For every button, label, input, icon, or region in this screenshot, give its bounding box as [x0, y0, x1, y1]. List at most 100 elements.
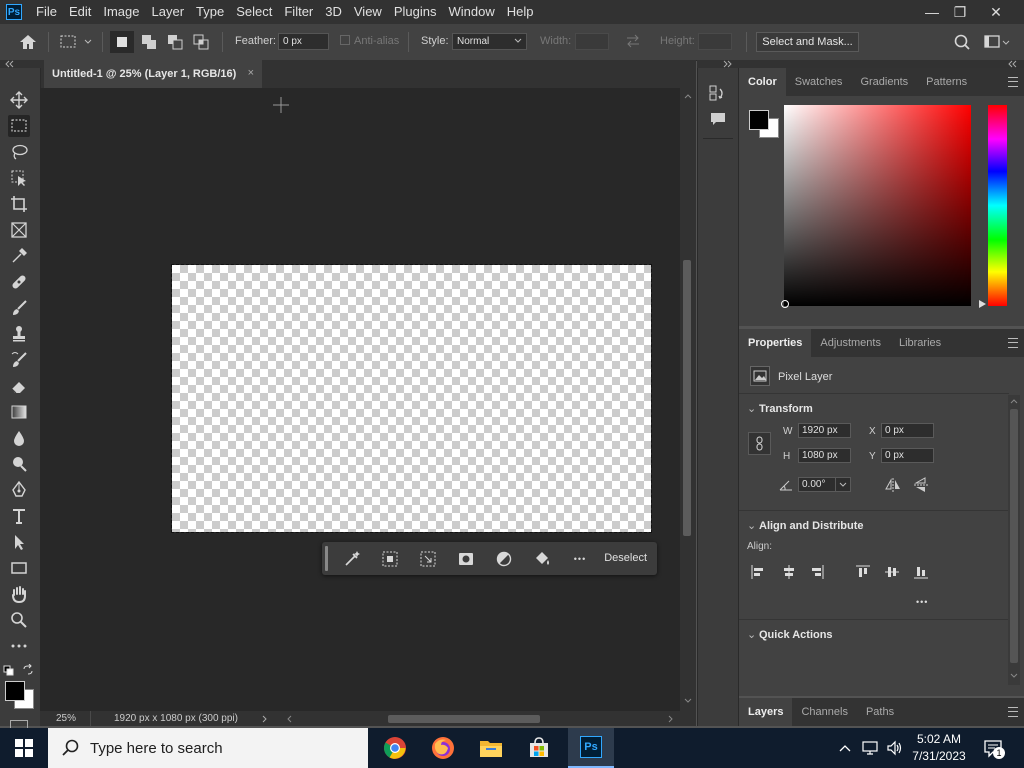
properties-scroll-up-icon[interactable]: [1010, 398, 1018, 404]
height-input[interactable]: [698, 33, 732, 50]
menu-filter[interactable]: Filter: [278, 0, 319, 24]
object-selection-tool-icon[interactable]: [8, 167, 30, 189]
healing-brush-tool-icon[interactable]: [8, 271, 30, 293]
menu-file[interactable]: File: [30, 0, 63, 24]
adjustment-layer-icon[interactable]: [494, 549, 514, 569]
angle-dropdown-icon[interactable]: [839, 482, 847, 488]
file-explorer-taskbar-button[interactable]: [468, 728, 514, 768]
rectangular-marquee-tool-icon[interactable]: [8, 115, 30, 137]
align-distribute-section-header[interactable]: ⌄ Align and Distribute: [747, 519, 864, 532]
hue-slider-left-arrow[interactable]: [979, 300, 986, 308]
properties-scroll-thumb[interactable]: [1010, 409, 1018, 663]
marquee-preset-icon[interactable]: [58, 33, 94, 51]
workspace-icon[interactable]: [984, 33, 1010, 51]
tab-adjustments[interactable]: Adjustments: [811, 329, 890, 357]
properties-scrollbar[interactable]: [1008, 395, 1020, 685]
scroll-up-icon[interactable]: [684, 93, 692, 99]
chrome-taskbar-button[interactable]: [372, 728, 418, 768]
align-bottom-edges-icon[interactable]: [914, 565, 928, 579]
more-align-options-icon[interactable]: •••: [916, 597, 928, 607]
taskbar-search-box[interactable]: Type here to search: [48, 728, 368, 768]
network-icon[interactable]: [861, 740, 879, 756]
feather-input[interactable]: 0 px: [278, 33, 329, 50]
frame-tool-icon[interactable]: [8, 219, 30, 241]
properties-panel-menu-icon[interactable]: [1008, 338, 1018, 348]
expand-panels-icon[interactable]: [1007, 60, 1017, 68]
width-input[interactable]: [575, 33, 609, 50]
document-tab[interactable]: Untitled-1 @ 25% (Layer 1, RGB/16) ×: [44, 60, 262, 88]
link-dimensions-icon[interactable]: [748, 432, 771, 455]
path-selection-tool-icon[interactable]: [8, 531, 30, 553]
tab-channels[interactable]: Channels: [792, 698, 856, 726]
select-subject-icon[interactable]: [380, 549, 400, 569]
color-picker-field[interactable]: [781, 105, 971, 308]
color-picker-handle[interactable]: [781, 300, 789, 308]
tab-patterns[interactable]: Patterns: [917, 68, 976, 96]
horizontal-scroll-thumb[interactable]: [388, 715, 540, 723]
zoom-level[interactable]: 25%: [56, 713, 76, 724]
add-to-selection-icon[interactable]: [138, 31, 160, 53]
blur-tool-icon[interactable]: [8, 427, 30, 449]
system-clock[interactable]: 5:02 AM 7/31/2023: [906, 731, 972, 765]
eyedropper-tool-icon[interactable]: [8, 245, 30, 267]
select-and-mask-button[interactable]: Select and Mask...: [756, 32, 859, 52]
history-brush-tool-icon[interactable]: [8, 349, 30, 371]
transform-section-header[interactable]: ⌄ Transform: [747, 402, 813, 415]
gradient-tool-icon[interactable]: [8, 401, 30, 423]
align-vertical-centers-icon[interactable]: [885, 565, 899, 579]
toolbar-collapse-bar[interactable]: [0, 60, 40, 68]
menu-view[interactable]: View: [348, 0, 388, 24]
eraser-tool-icon[interactable]: [8, 375, 30, 397]
menu-plugins[interactable]: Plugins: [388, 0, 443, 24]
lasso-tool-icon[interactable]: [8, 141, 30, 163]
vertical-scrollbar[interactable]: [680, 88, 696, 711]
intersect-selection-icon[interactable]: [190, 31, 212, 53]
style-select[interactable]: Normal: [452, 33, 527, 50]
layers-panel-menu-icon[interactable]: [1008, 707, 1018, 717]
tab-libraries[interactable]: Libraries: [890, 329, 950, 357]
menu-layer[interactable]: Layer: [146, 0, 191, 24]
swap-dimensions-icon[interactable]: [625, 34, 641, 48]
dodge-tool-icon[interactable]: [8, 453, 30, 475]
color-panel-foreground-swatch[interactable]: [749, 110, 769, 130]
search-icon[interactable]: [953, 33, 971, 51]
quick-mask-icon[interactable]: [10, 720, 28, 728]
hue-slider[interactable]: [988, 105, 1007, 306]
status-menu-icon[interactable]: [262, 715, 268, 723]
tab-gradients[interactable]: Gradients: [851, 68, 917, 96]
hand-tool-icon[interactable]: [8, 583, 30, 605]
move-tool-icon[interactable]: [8, 89, 30, 111]
rectangle-tool-icon[interactable]: [8, 557, 30, 579]
align-right-edges-icon[interactable]: [810, 565, 824, 579]
menu-window[interactable]: Window: [442, 0, 500, 24]
color-panel-menu-icon[interactable]: [1008, 77, 1018, 87]
photoshop-taskbar-button[interactable]: Ps: [568, 728, 614, 768]
align-top-edges-icon[interactable]: [856, 565, 870, 579]
history-panel-icon[interactable]: [709, 84, 727, 104]
more-tools-icon[interactable]: [8, 635, 30, 657]
scroll-down-icon[interactable]: [684, 698, 692, 704]
align-left-edges-icon[interactable]: [751, 565, 765, 579]
document-canvas[interactable]: [171, 264, 652, 533]
collapse-right-icon[interactable]: [723, 60, 733, 68]
vertical-scroll-thumb[interactable]: [683, 260, 691, 536]
new-selection-icon[interactable]: [110, 31, 134, 53]
angle-field[interactable]: 0.00°: [798, 477, 851, 492]
generative-fill-icon[interactable]: [342, 549, 362, 569]
brush-tool-icon[interactable]: [8, 297, 30, 319]
menu-help[interactable]: Help: [501, 0, 540, 24]
quick-actions-section-header[interactable]: ⌄ Quick Actions: [747, 628, 833, 641]
properties-scroll-down-icon[interactable]: [1010, 673, 1018, 679]
crop-tool-icon[interactable]: [8, 193, 30, 215]
home-icon[interactable]: [18, 33, 38, 51]
align-horizontal-centers-icon[interactable]: [782, 565, 796, 579]
anti-alias-checkbox[interactable]: [340, 35, 350, 45]
fill-selection-icon[interactable]: [532, 549, 552, 569]
scroll-right-icon[interactable]: [668, 715, 674, 723]
menu-type[interactable]: Type: [190, 0, 230, 24]
panels-collapse-bar[interactable]: [697, 60, 1024, 68]
clone-stamp-tool-icon[interactable]: [8, 323, 30, 345]
width-field[interactable]: 1920 px: [798, 423, 851, 438]
tab-layers[interactable]: Layers: [739, 698, 793, 726]
collapse-left-icon[interactable]: [4, 60, 14, 68]
